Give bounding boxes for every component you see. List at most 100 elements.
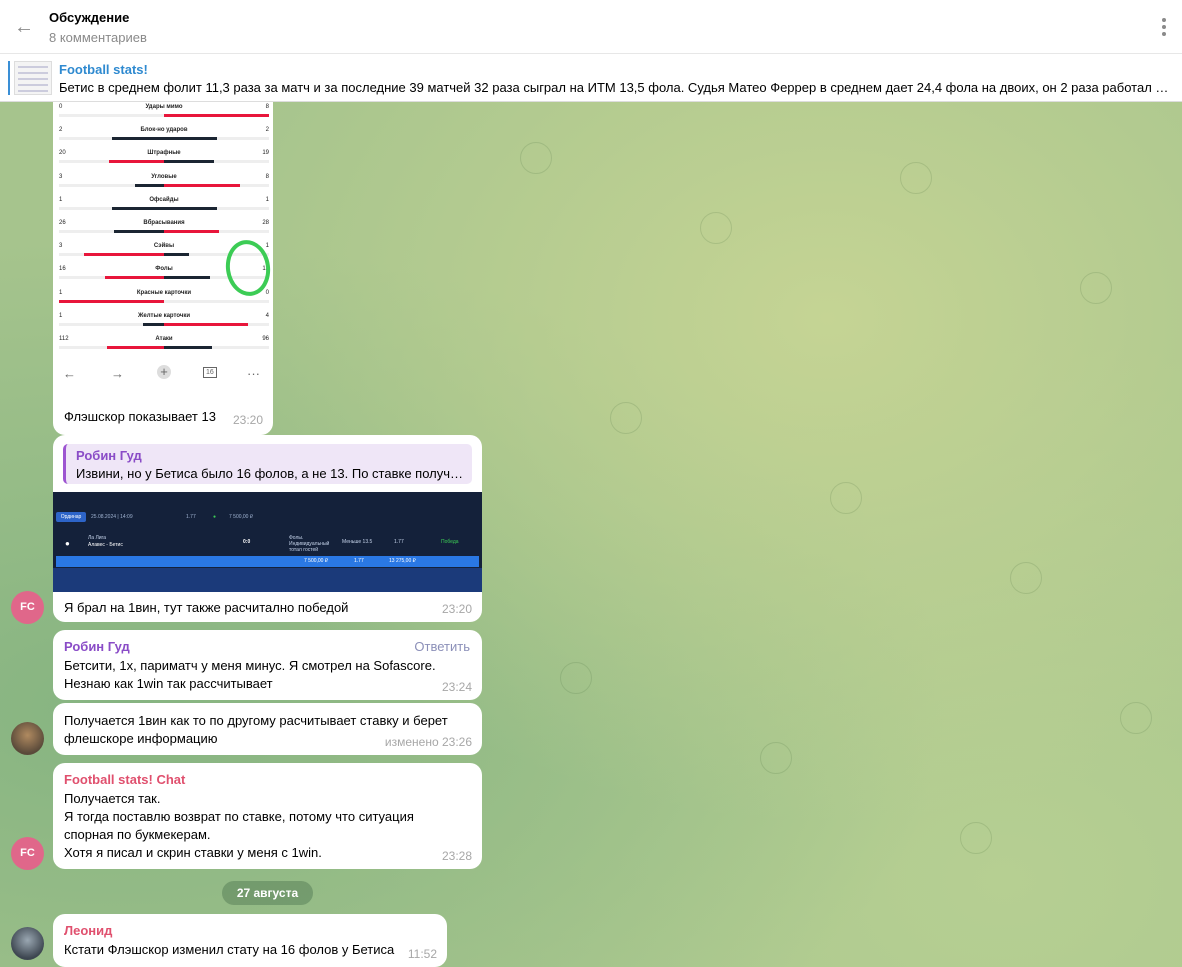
nav-forward-icon: →: [111, 366, 124, 381]
back-arrow-icon[interactable]: ←: [14, 16, 36, 38]
sender-name[interactable]: Леонид: [64, 923, 112, 938]
wallpaper-doodle: [700, 212, 732, 244]
reply-button[interactable]: Ответить: [414, 639, 470, 654]
avatar[interactable]: [11, 722, 44, 755]
bet-header-row: 25.08.2024 | 14:09 1.77 ● 7 500,00 ₽: [91, 514, 254, 520]
avatar[interactable]: FC: [11, 591, 44, 624]
stat-bar-track: [59, 206, 269, 210]
stat-away-value: 4: [265, 312, 269, 319]
stat-away-value: 8: [265, 104, 269, 110]
message-bubble[interactable]: Получается 1вин как то по другому расчит…: [53, 703, 482, 755]
wallpaper-doodle: [960, 822, 992, 854]
stat-home-bar: [107, 346, 164, 349]
stat-away-value: 19: [262, 150, 269, 157]
bet-screenshot-footer: [53, 568, 482, 592]
message-time: изменено 23:26: [384, 735, 472, 749]
message-line: спорная по букмекерам.: [64, 827, 211, 842]
stat-away-value: 8: [265, 173, 269, 180]
more-menu-icon[interactable]: [1160, 15, 1168, 39]
stat-away-value: 1: [265, 196, 269, 203]
message-time: 23:20: [233, 413, 264, 427]
stat-away-bar: [164, 253, 190, 257]
stat-away-bar: [164, 322, 248, 326]
nav-more-icon: ···: [247, 366, 260, 381]
message-time: 23:24: [441, 680, 472, 694]
chat-area[interactable]: 0 Удары мимо 8 2 Блок-но ударов 2 20 Штрафные 19…: [0, 102, 1182, 967]
nav-new-tab-icon: +: [157, 365, 171, 379]
stat-label: Вбрасывания: [143, 220, 185, 226]
message-bubble[interactable]: Робин Гуд Ответить Бетсити, 1х, париматч…: [53, 630, 482, 700]
message-bubble[interactable]: Леонид Кстати Флэшскор изменил стату на …: [53, 914, 447, 967]
sender-name[interactable]: Football stats! Chat: [64, 772, 185, 787]
stat-away-bar: [164, 183, 240, 187]
pinned-title: Football stats!: [59, 62, 148, 77]
message-bubble[interactable]: Football stats! Chat Получается так. Я т…: [53, 763, 482, 869]
date-separator: 27 августа: [222, 881, 313, 905]
wallpaper-doodle: [830, 482, 862, 514]
stat-away-value: 0: [265, 289, 269, 296]
quote-text: Извини, но у Бетиса было 16 фолов, а не …: [76, 466, 466, 481]
stat-home-bar: [109, 160, 164, 164]
stat-away-value: 96: [262, 336, 269, 342]
stat-row: 112 Атаки 96: [59, 333, 269, 355]
stat-home-bar: [105, 276, 164, 280]
wallpaper-doodle: [1010, 562, 1042, 594]
message-text: Флэшскор показывает 13: [64, 409, 216, 424]
wallpaper-doodle: [520, 142, 552, 174]
stat-bar-track: [59, 137, 269, 141]
stat-label: Желтые карточки: [137, 312, 191, 319]
stat-label: Блок-но ударов: [140, 127, 188, 134]
stat-home-bar: [59, 299, 164, 303]
message-line: Получается так.: [64, 791, 161, 806]
wallpaper-doodle: [760, 742, 792, 774]
browser-navbar: ← → + 16 ···: [55, 360, 273, 386]
stat-away-bar: [164, 276, 211, 280]
stat-away-value: 1: [265, 243, 269, 250]
reply-quote[interactable]: Робин Гуд Извини, но у Бетиса было 16 фо…: [63, 444, 472, 484]
bet-screenshot[interactable]: Ординар 25.08.2024 | 14:09 1.77 ● 7 500,…: [53, 492, 482, 592]
message-time: 11:52: [407, 947, 437, 961]
stat-home-bar: [134, 183, 164, 187]
stat-away-bar: [164, 160, 215, 164]
message-time: 23:20: [441, 602, 472, 616]
message-time: 23:28: [441, 849, 472, 863]
message-line: флешскоре информацию: [64, 731, 218, 746]
stat-label: Атаки: [155, 336, 173, 342]
stat-bar-track: [59, 299, 269, 303]
pinned-message[interactable]: Football stats! Бетис в среднем фолит 11…: [0, 54, 1182, 102]
wallpaper-doodle: [900, 162, 932, 194]
message-bubble[interactable]: Робин Гуд Извини, но у Бетиса было 16 фо…: [53, 435, 482, 622]
sender-name[interactable]: Робин Гуд: [64, 639, 130, 654]
stat-label: Офсайды: [149, 196, 179, 203]
avatar[interactable]: [11, 927, 44, 960]
stat-home-bar: [111, 137, 164, 141]
quote-author: Робин Гуд: [76, 448, 142, 463]
stat-row: 26 Вбрасывания 28: [59, 217, 269, 239]
stat-bar-track: [59, 183, 269, 187]
stat-bar-track: [59, 346, 269, 349]
nav-tabs-icon: 16: [203, 367, 217, 378]
stat-row: 0 Удары мимо 8: [59, 102, 269, 123]
wallpaper-doodle: [610, 402, 642, 434]
stat-label: Угловые: [151, 173, 177, 180]
pinned-indicator: [8, 61, 10, 95]
stat-away-value: 28: [262, 220, 269, 226]
stat-row: 20 Штрафные 19: [59, 147, 269, 169]
stat-bar-track: [59, 322, 269, 326]
stat-label: Удары мимо: [145, 104, 183, 110]
message-line: Бетсити, 1х, париматч у меня минус. Я см…: [64, 658, 436, 673]
message-line: Незнаю как 1win так рассчитывает: [64, 676, 273, 691]
stat-away-bar: [164, 137, 217, 141]
bet-summary-bar: 7 500,00 ₽ 1.77 13 275,00 ₽: [56, 556, 479, 567]
stat-away-bar: [164, 230, 219, 233]
wallpaper-doodle: [1120, 702, 1152, 734]
message-line: Я тогда поставлю возврат по ставке, пото…: [64, 809, 414, 824]
stat-away-bar: [164, 346, 213, 349]
stat-away-value: 2: [265, 127, 269, 134]
stat-bar-track: [59, 230, 269, 233]
avatar[interactable]: FC: [11, 837, 44, 870]
stat-home-bar: [113, 230, 164, 233]
stat-away-bar: [164, 206, 217, 210]
stat-home-bar: [143, 322, 164, 326]
header-subtitle: 8 комментариев: [49, 30, 147, 45]
